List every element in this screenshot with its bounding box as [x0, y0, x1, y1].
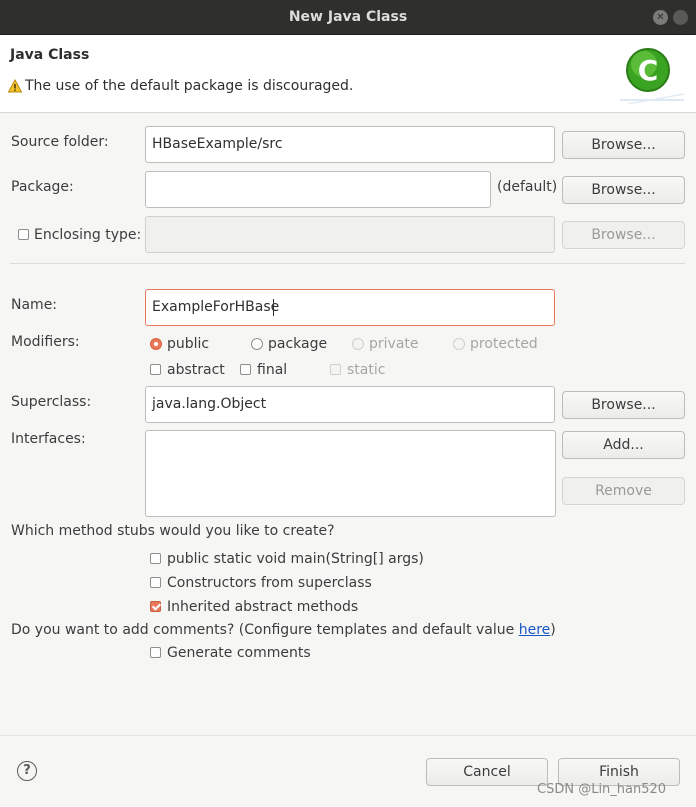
modifier-final-label: final: [257, 362, 288, 378]
separator: [10, 263, 685, 264]
modifier-abstract-checkbox[interactable]: [150, 364, 161, 375]
modifier-package-label: package: [268, 336, 328, 352]
stub-main-label: public static void main(String[] args): [167, 551, 424, 567]
modifier-private-radio: [352, 338, 364, 350]
enclosing-type-label: Enclosing type:: [34, 227, 142, 243]
wizard-title: Java Class: [10, 47, 90, 63]
modifier-static-checkbox: [330, 364, 341, 375]
modifier-final-checkbox[interactable]: [240, 364, 251, 375]
source-folder-field[interactable]: HBaseExample/src: [145, 126, 555, 163]
modifier-public-label: public: [167, 336, 210, 352]
svg-text:C: C: [638, 54, 659, 87]
enclosing-type-browse-button: Browse...: [562, 221, 685, 249]
superclass-browse-button[interactable]: Browse...: [562, 391, 685, 419]
generate-comments-checkbox[interactable]: [150, 647, 161, 658]
modifier-protected-label: protected: [470, 336, 538, 352]
configure-templates-link[interactable]: here: [519, 622, 551, 638]
interfaces-label: Interfaces:: [11, 431, 86, 447]
stub-main-checkbox[interactable]: [150, 553, 161, 564]
cancel-button[interactable]: Cancel: [426, 758, 548, 786]
warning-icon: [8, 79, 22, 93]
generate-comments-label: Generate comments: [167, 645, 311, 661]
name-label: Name:: [11, 297, 58, 313]
stub-constructors-label: Constructors from superclass: [167, 575, 372, 591]
package-field[interactable]: [145, 171, 491, 208]
interfaces-remove-button: Remove: [562, 477, 685, 505]
stub-inherited-label: Inherited abstract methods: [167, 599, 359, 615]
modifier-protected-radio: [453, 338, 465, 350]
package-default-label: (default): [497, 179, 558, 195]
stub-inherited-checkbox[interactable]: [150, 601, 161, 612]
modifier-abstract-label: abstract: [167, 362, 225, 378]
modifier-package-radio[interactable]: [251, 338, 263, 350]
modifier-public-radio[interactable]: [150, 338, 162, 350]
name-field[interactable]: ExampleForHBase: [145, 289, 555, 326]
java-class-logo-icon: C: [620, 40, 684, 104]
modifier-private-label: private: [369, 336, 419, 352]
interfaces-list[interactable]: [145, 430, 556, 517]
footer-separator: [0, 735, 696, 736]
close-icon[interactable]: ✕: [653, 10, 668, 25]
enclosing-type-checkbox[interactable]: [18, 229, 29, 240]
package-browse-button[interactable]: Browse...: [562, 176, 685, 204]
wizard-message: The use of the default package is discou…: [25, 78, 354, 94]
stubs-question: Which method stubs would you like to cre…: [11, 523, 335, 539]
superclass-field[interactable]: java.lang.Object: [145, 386, 555, 423]
enclosing-type-field: [145, 216, 555, 253]
watermark-text: CSDN @Lin_han520: [537, 782, 667, 797]
comments-question-close: ): [550, 622, 556, 638]
package-label: Package:: [11, 179, 74, 195]
stub-constructors-checkbox[interactable]: [150, 577, 161, 588]
superclass-label: Superclass:: [11, 394, 92, 410]
wizard-header: Java Class The use of the default packag…: [0, 35, 696, 113]
window-title: New Java Class: [288, 9, 408, 25]
interfaces-add-button[interactable]: Add...: [562, 431, 685, 459]
comments-question-text: Do you want to add comments? (Configure …: [11, 622, 519, 638]
help-icon[interactable]: ?: [17, 761, 37, 781]
text-caret: [273, 299, 274, 316]
modifiers-label: Modifiers:: [11, 334, 80, 350]
title-bar: New Java Class ✕: [0, 0, 696, 35]
modifier-static-label: static: [347, 362, 386, 378]
source-folder-label: Source folder:: [11, 134, 109, 150]
maximize-icon[interactable]: [673, 10, 688, 25]
source-folder-browse-button[interactable]: Browse...: [562, 131, 685, 159]
comments-question: Do you want to add comments? (Configure …: [11, 622, 556, 638]
